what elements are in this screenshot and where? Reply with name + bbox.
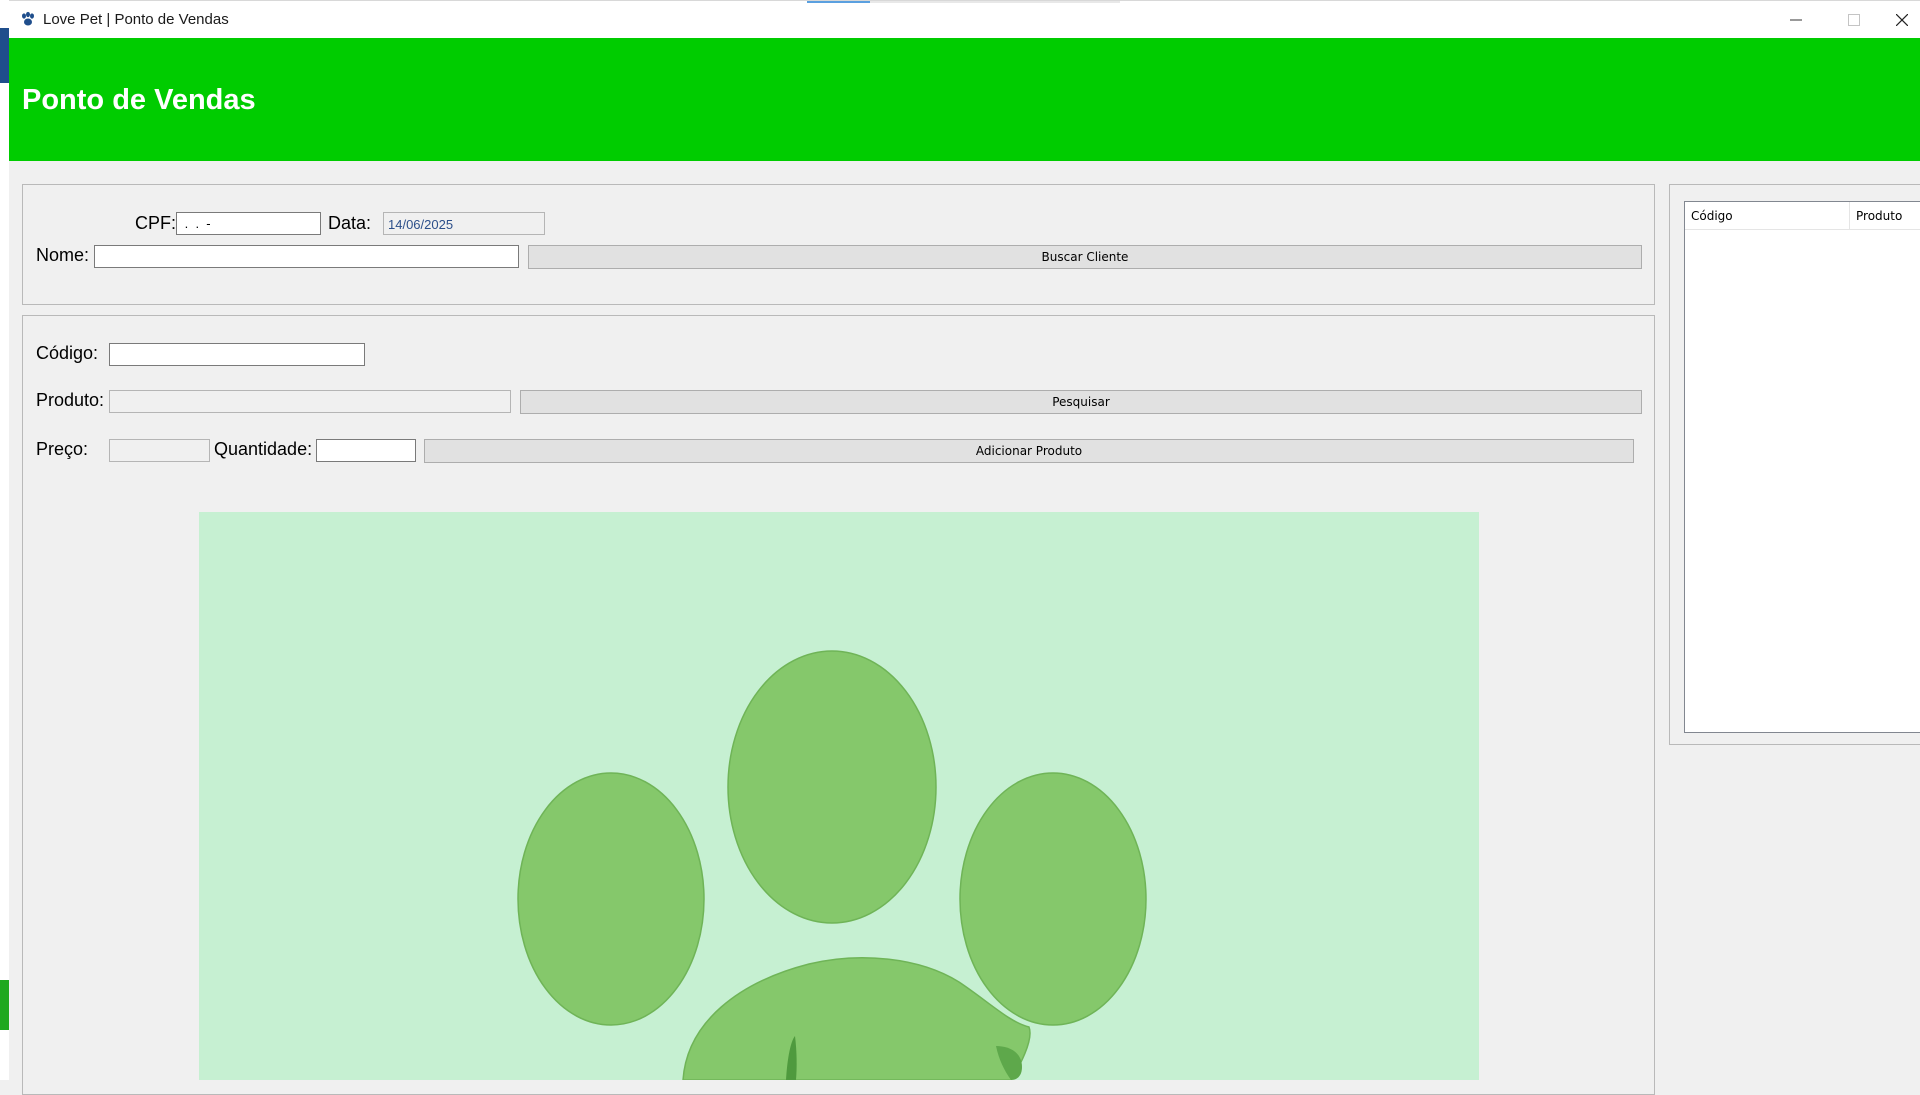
title-bar[interactable]: Love Pet | Ponto de Vendas — [9, 0, 1920, 38]
window-title: Love Pet | Ponto de Vendas — [43, 11, 229, 28]
taskbar-accent-light — [870, 1, 1120, 3]
minimize-icon — [1790, 19, 1802, 21]
search-client-button[interactable]: Buscar Cliente — [528, 245, 1642, 269]
paw-icon — [22, 11, 34, 26]
close-icon — [1895, 14, 1908, 26]
quantity-field[interactable] — [316, 439, 416, 462]
maximize-icon — [1848, 14, 1860, 26]
date-label: Data: — [328, 213, 372, 233]
desktop-edge-blue — [0, 28, 9, 83]
paw-icon — [517, 650, 1147, 1080]
maximize-button[interactable] — [1825, 1, 1883, 39]
name-field[interactable] — [94, 245, 519, 268]
desktop-edge — [0, 0, 9, 1080]
page-header: Ponto de Vendas — [9, 38, 1920, 161]
taskbar-accent — [807, 1, 870, 3]
cpf-label: CPF: — [135, 213, 177, 233]
cart-group: Código Produto — [1669, 184, 1920, 745]
cpf-field[interactable] — [176, 212, 321, 235]
client-group: CPF: Data: 14/06/2025 Nome: Buscar Clien… — [22, 184, 1655, 305]
name-label: Nome: — [36, 245, 90, 265]
date-field[interactable]: 14/06/2025 — [383, 212, 545, 235]
code-label: Código: — [36, 343, 99, 363]
price-label: Preço: — [36, 439, 89, 459]
search-product-button[interactable]: Pesquisar — [520, 390, 1642, 414]
app-window: Love Pet | Ponto de Vendas Ponto de Vend… — [9, 0, 1920, 1095]
add-product-button[interactable]: Adicionar Produto — [424, 439, 1634, 463]
paw-logo — [199, 512, 1479, 1080]
page-title: Ponto de Vendas — [22, 84, 256, 116]
cart-column-product[interactable]: Produto — [1850, 202, 1920, 230]
minimize-button[interactable] — [1767, 1, 1825, 39]
price-field[interactable] — [109, 439, 210, 462]
quantity-label: Quantidade: — [214, 439, 313, 459]
product-label: Produto: — [36, 390, 105, 410]
code-field[interactable] — [109, 343, 365, 366]
cart-list[interactable]: Código Produto — [1684, 201, 1920, 733]
desktop-edge-green — [0, 980, 9, 1030]
cart-column-code[interactable]: Código — [1685, 202, 1850, 230]
close-button[interactable] — [1883, 1, 1920, 39]
product-field[interactable] — [109, 390, 511, 413]
